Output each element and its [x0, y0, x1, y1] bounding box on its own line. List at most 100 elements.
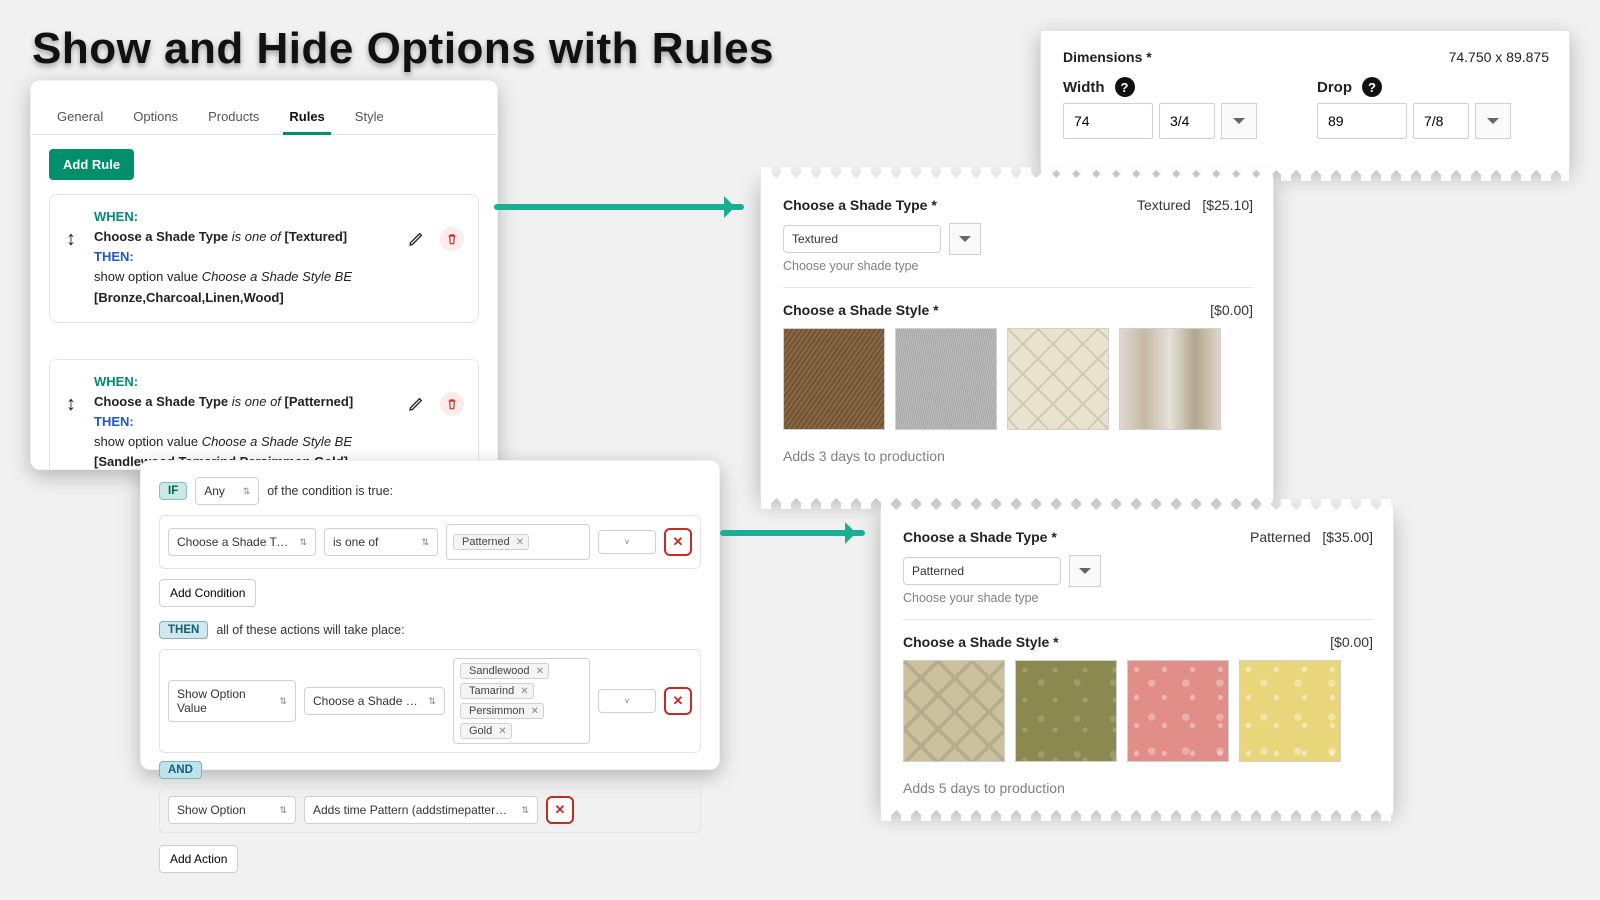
then-tail-text: all of these actions will take place:	[216, 623, 404, 637]
caret-icon: ⇅	[243, 486, 251, 497]
shade-type-dropdown[interactable]	[949, 223, 981, 255]
condition-field-value: Choose a Shade Type (choseashadestyletyp…	[177, 535, 291, 549]
rule-row-2: ↕ WHEN: Choose a Shade Type is one of [P…	[49, 359, 479, 469]
condition-field-select[interactable]: Choose a Shade Type (choseashadestyletyp…	[168, 528, 316, 556]
drop-fraction-input[interactable]	[1413, 103, 1469, 139]
shade-style-price-2: [$0.00]	[1330, 634, 1373, 650]
condition-operator-value: is one of	[333, 535, 378, 549]
swatch-wood[interactable]	[1119, 328, 1221, 430]
dimensions-readout: 74.750 x 89.875	[1449, 49, 1549, 65]
delete-rule-1-button[interactable]	[440, 227, 464, 251]
width-fraction-dropdown[interactable]	[1221, 103, 1257, 139]
width-fraction-input[interactable]	[1159, 103, 1215, 139]
shade-style-heading: Choose a Shade Style *	[783, 302, 939, 318]
drag-handle-icon[interactable]: ↕	[66, 229, 76, 249]
drop-input[interactable]	[1317, 103, 1407, 139]
chip-gold[interactable]: Gold✕	[460, 723, 512, 739]
condition-value-dropdown[interactable]: ˅	[598, 530, 656, 554]
shade-type-price: [$25.10]	[1202, 197, 1253, 213]
tab-style[interactable]: Style	[349, 101, 390, 134]
shade-style-heading-2: Choose a Shade Style *	[903, 634, 1059, 650]
delete-rule-2-button[interactable]	[440, 392, 464, 416]
caret-icon: ⇅	[421, 537, 429, 548]
delete-action-2-button[interactable]: ✕	[546, 796, 574, 824]
chevron-down-icon: ˅	[624, 537, 629, 547]
rule2-target: Choose a Shade Style BE	[202, 434, 352, 449]
swatch-charcoal[interactable]	[895, 328, 997, 430]
shade-type-selected: Textured	[1137, 197, 1191, 213]
add-rule-button[interactable]: Add Rule	[49, 149, 134, 180]
swatch-tamarind[interactable]	[1015, 660, 1117, 762]
action-type-select[interactable]: Show Option Value⇅	[168, 680, 296, 722]
help-icon[interactable]: ?	[1362, 77, 1382, 97]
production-note: Adds 3 days to production	[783, 448, 1253, 464]
action-type-value: Show Option Value	[177, 687, 271, 715]
chip-remove-icon[interactable]: ✕	[520, 686, 528, 697]
swatch-persimmon[interactable]	[1127, 660, 1229, 762]
drop-label: Drop	[1317, 79, 1352, 96]
drag-handle-icon[interactable]: ↕	[66, 394, 76, 414]
rule2-action: show option value	[94, 434, 202, 449]
action-value-chips[interactable]: Sandlewood✕Tamarind✕Persimmon✕Gold✕	[453, 658, 590, 744]
tab-general[interactable]: General	[51, 101, 109, 134]
and-pill: AND	[159, 761, 202, 779]
match-mode-select[interactable]: Any⇅	[195, 477, 259, 505]
caret-icon: ⇅	[521, 805, 529, 816]
condition-value-chips[interactable]: Patterned ✕	[446, 524, 590, 560]
if-pill: IF	[159, 482, 187, 500]
swatch-gold[interactable]	[1239, 660, 1341, 762]
tab-options[interactable]: Options	[127, 101, 184, 134]
delete-condition-button[interactable]: ✕	[664, 528, 692, 556]
swatch-sandlewood[interactable]	[903, 660, 1005, 762]
width-input[interactable]	[1063, 103, 1153, 139]
shade-type-heading-2: Choose a Shade Type *	[903, 529, 1057, 545]
add-action-button[interactable]: Add Action	[159, 845, 238, 873]
add-condition-button[interactable]: Add Condition	[159, 579, 256, 607]
action-row-2: Show Option⇅ Adds time Pattern (addstime…	[159, 787, 701, 833]
action-target-select[interactable]: Choose a Shade Style BE (color) - Swatch…	[304, 687, 445, 715]
action-target-select-2[interactable]: Adds time Pattern (addstimepattern) - In…	[304, 796, 538, 824]
then-label: THEN:	[94, 414, 134, 429]
chevron-down-icon	[959, 236, 971, 248]
chip-remove-icon[interactable]: ✕	[498, 726, 506, 737]
tab-rules[interactable]: Rules	[283, 101, 330, 135]
when-label: WHEN:	[94, 374, 138, 389]
shade-type-select-2[interactable]: Patterned	[903, 557, 1061, 585]
chip-text: Patterned	[462, 536, 510, 548]
chip-persimmon[interactable]: Persimmon✕	[460, 703, 544, 719]
action-target-value: Choose a Shade Style BE (color) - Swatch	[313, 694, 420, 708]
help-icon[interactable]: ?	[1115, 77, 1135, 97]
edit-rule-2-button[interactable]	[404, 392, 428, 416]
action-value-dropdown[interactable]: ˅	[598, 689, 656, 713]
shade-type-selected-2: Patterned	[1250, 529, 1311, 545]
divider	[903, 619, 1373, 620]
rule1-action: show option value	[94, 269, 202, 284]
production-note-2: Adds 5 days to production	[903, 780, 1373, 796]
chip-patterned[interactable]: Patterned ✕	[453, 534, 529, 550]
edit-rule-1-button[interactable]	[404, 227, 428, 251]
then-label: THEN:	[94, 249, 134, 264]
swatch-linen[interactable]	[1007, 328, 1109, 430]
tab-products[interactable]: Products	[202, 101, 265, 134]
rule1-target: Choose a Shade Style BE	[202, 269, 352, 284]
swatch-bronze[interactable]	[783, 328, 885, 430]
chevron-down-icon: ˅	[624, 696, 629, 706]
pencil-icon	[408, 231, 424, 247]
shade-type-select[interactable]: Textured	[783, 225, 941, 253]
action-target-value-2: Adds time Pattern (addstimepattern) - In…	[313, 803, 513, 817]
action-type-select-2[interactable]: Show Option⇅	[168, 796, 296, 824]
chip-sandlewood[interactable]: Sandlewood✕	[460, 663, 549, 679]
chip-remove-icon[interactable]: ✕	[516, 537, 524, 548]
shade-type-dropdown-2[interactable]	[1069, 555, 1101, 587]
when-label: WHEN:	[94, 209, 138, 224]
chip-remove-icon[interactable]: ✕	[536, 666, 544, 677]
delete-action-1-button[interactable]: ✕	[664, 687, 692, 715]
shade-type-help-2: Choose your shade type	[903, 591, 1373, 605]
rule1-operator: is one of	[232, 229, 285, 244]
chip-remove-icon[interactable]: ✕	[531, 706, 539, 717]
condition-operator-select[interactable]: is one of ⇅	[324, 528, 438, 556]
chip-tamarind[interactable]: Tamarind ✕	[460, 683, 534, 699]
drop-fraction-dropdown[interactable]	[1475, 103, 1511, 139]
chip-text: Tamarind	[469, 685, 514, 697]
action-row-1: Show Option Value⇅ Choose a Shade Style …	[159, 649, 701, 753]
